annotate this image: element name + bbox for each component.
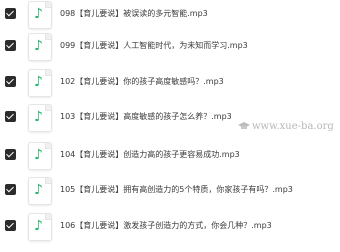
music-note-icon: ♪ xyxy=(34,38,43,54)
file-name[interactable]: 103【育儿要说】高度敏感的孩子怎么养？.mp3 xyxy=(60,111,232,123)
checkbox-checked[interactable] xyxy=(5,40,16,51)
music-note-icon: ♪ xyxy=(34,182,43,198)
audio-file-icon: ♪ xyxy=(28,69,52,97)
music-note-icon: ♪ xyxy=(34,109,43,125)
audio-file-icon: ♪ xyxy=(28,33,52,61)
checkbox-checked[interactable] xyxy=(5,8,16,19)
music-note-icon: ♪ xyxy=(34,218,43,234)
file-row[interactable]: ♪ 105【育儿要说】拥有高创造力的5个特质，你家孩子有吗？.mp3 xyxy=(0,176,340,206)
file-name[interactable]: 102【育儿要说】你的孩子高度敏感吗？.mp3 xyxy=(60,76,224,88)
checkbox-checked[interactable] xyxy=(5,220,16,231)
file-name[interactable]: 105【育儿要说】拥有高创造力的5个特质，你家孩子有吗？.mp3 xyxy=(60,184,293,196)
checkbox-checked[interactable] xyxy=(5,184,16,195)
watermark: www.xue-ba.org xyxy=(252,121,334,132)
file-name[interactable]: 106【育儿要说】激发孩子创造力的方式，你会几种？.mp3 xyxy=(60,220,272,232)
checkbox-checked[interactable] xyxy=(5,76,16,87)
checkbox-checked[interactable] xyxy=(5,149,16,160)
file-name[interactable]: 104【育儿要说】创造力高的孩子更容易成功.mp3 xyxy=(60,149,240,161)
file-name[interactable]: 098【育儿要说】被误读的多元智能.mp3 xyxy=(60,8,208,20)
graduation-cap-icon xyxy=(238,122,250,129)
file-row[interactable]: ♪ 104【育儿要说】创造力高的孩子更容易成功.mp3 xyxy=(0,141,340,171)
checkbox-checked[interactable] xyxy=(5,111,16,122)
file-row[interactable]: ♪ 098【育儿要说】被误读的多元智能.mp3 xyxy=(0,0,340,30)
music-note-icon: ♪ xyxy=(34,147,43,163)
audio-file-icon: ♪ xyxy=(28,213,52,241)
audio-file-icon: ♪ xyxy=(28,104,52,132)
music-note-icon: ♪ xyxy=(34,74,43,90)
file-row[interactable]: ♪ 102【育儿要说】你的孩子高度敏感吗？.mp3 xyxy=(0,68,340,98)
file-name[interactable]: 099【育儿要说】人工智能时代，为未知而学习.mp3 xyxy=(60,40,248,52)
audio-file-icon: ♪ xyxy=(28,177,52,205)
file-row[interactable]: ♪ 106【育儿要说】激发孩子创造力的方式，你会几种？.mp3 xyxy=(0,212,340,242)
audio-file-icon: ♪ xyxy=(28,142,52,170)
music-note-icon: ♪ xyxy=(34,6,43,22)
file-row[interactable]: ♪ 099【育儿要说】人工智能时代，为未知而学习.mp3 xyxy=(0,32,340,62)
audio-file-icon: ♪ xyxy=(28,1,52,29)
